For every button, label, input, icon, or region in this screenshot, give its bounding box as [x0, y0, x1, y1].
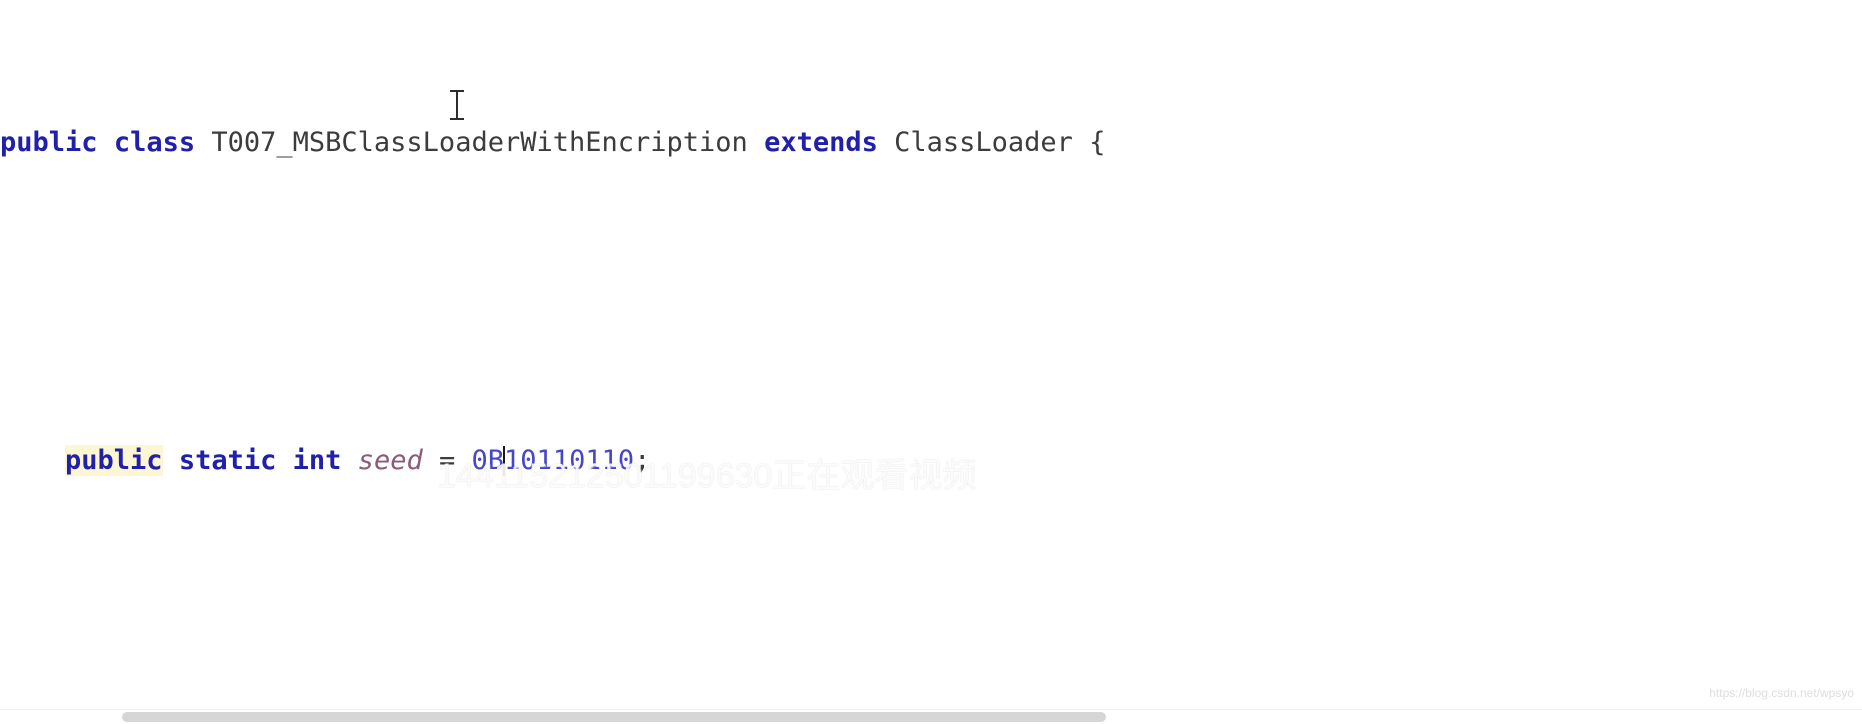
binary-literal-prefix: 0B [471, 445, 505, 477]
superclass-name: ClassLoader [894, 127, 1073, 159]
keyword-class: class [113, 127, 196, 159]
code-line-1: public class T007_MSBClassLoaderWithEncr… [0, 127, 1862, 159]
keyword-static: static [178, 445, 277, 477]
field-seed: seed [357, 445, 423, 477]
code-line-4-blank [0, 604, 1862, 636]
keyword-public: public [0, 127, 98, 159]
class-name: T007_MSBClassLoaderWithEncription [211, 127, 748, 159]
binary-literal-digits: 10110110 [504, 445, 635, 477]
horizontal-scrollbar-thumb[interactable] [122, 712, 1106, 722]
assign-operator: = [439, 445, 456, 477]
code-line-3: public static int seed = 0B10110110; [0, 445, 1862, 477]
keyword-public-highlighted: public [65, 445, 163, 477]
keyword-extends: extends [764, 127, 878, 159]
code-line-2-blank [0, 286, 1862, 318]
code-content[interactable]: public class T007_MSBClassLoaderWithEncr… [0, 0, 1862, 724]
horizontal-scrollbar-track[interactable] [0, 709, 1862, 724]
keyword-int: int [292, 445, 342, 477]
semicolon-seed: ; [634, 445, 651, 477]
code-editor[interactable]: public class T007_MSBClassLoaderWithEncr… [0, 0, 1862, 724]
brace-open-class: { [1089, 127, 1106, 159]
